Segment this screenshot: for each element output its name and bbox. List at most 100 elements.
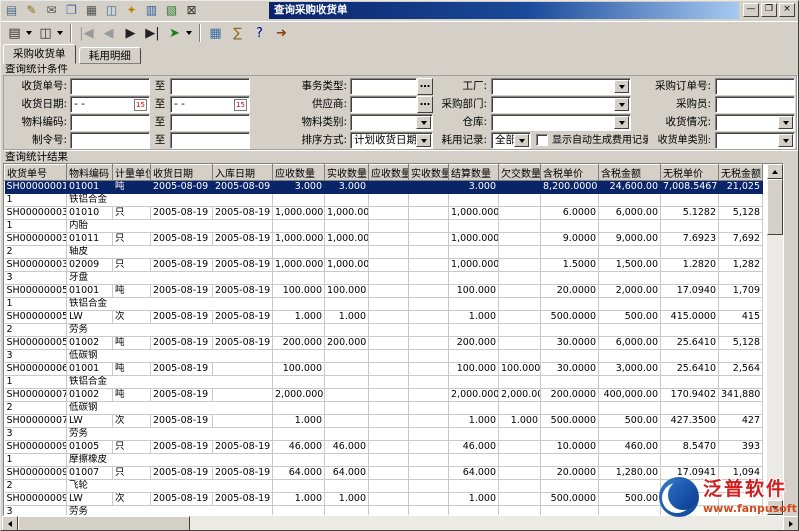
column-header-qty-due-aux[interactable]: 应收数量(辅): [369, 165, 409, 181]
column-header-material-code[interactable]: 物料编码: [67, 165, 113, 181]
report-icon[interactable]: ▤: [3, 2, 20, 18]
table-row[interactable]: SH0000000701002吨2005-08-192,000.0002,000…: [5, 389, 763, 402]
child-window-titlebar[interactable]: 查询采购收货单: [269, 2, 739, 19]
close-button[interactable]: ×: [779, 3, 795, 17]
table-row[interactable]: SH00000007LW次2005-08-191.0001.0001.00050…: [5, 415, 763, 428]
column-header-qty-owed[interactable]: 欠交数量: [499, 165, 541, 181]
tools-icon[interactable]: ✦: [123, 2, 140, 18]
dropdown-arrow-icon[interactable]: [614, 116, 629, 129]
next-record-button[interactable]: ▶: [120, 23, 141, 43]
calendar-picker-icon[interactable]: 15: [234, 99, 247, 111]
help-button[interactable]: ?: [249, 23, 270, 43]
receipt-date-from-input[interactable]: - -15: [70, 96, 150, 113]
column-header-qty-due[interactable]: 应收数量: [273, 165, 325, 181]
results-table[interactable]: 收货单号物料编码计量单位收货日期入库日期应收数量实收数量应收数量(辅)实收数量(…: [4, 164, 763, 516]
column-header-receipt-no[interactable]: 收货单号: [5, 165, 67, 181]
table-row[interactable]: SH0000000301011只2005-08-192005-08-191,00…: [5, 233, 763, 246]
browse-icon[interactable]: ◫: [103, 2, 120, 18]
material-name-row[interactable]: 1摩擦橡皮: [5, 454, 763, 467]
execute-button[interactable]: ➤: [164, 23, 194, 43]
buyer-input[interactable]: [715, 96, 795, 113]
consume-record-select[interactable]: 全部: [491, 132, 531, 149]
horizontal-scrollbar[interactable]: [2, 516, 799, 531]
receipt-date-to-input[interactable]: - -15: [170, 96, 250, 113]
close-form-icon[interactable]: ⊠: [183, 2, 200, 18]
vertical-scroll-thumb[interactable]: [767, 179, 783, 235]
edit-icon[interactable]: ✎: [23, 2, 40, 18]
last-record-button[interactable]: ▶|: [142, 23, 163, 43]
tab-purchase-receipt[interactable]: 采购收货单: [3, 44, 76, 64]
scroll-down-button[interactable]: [767, 500, 783, 515]
receipt-no-to-input[interactable]: [170, 78, 250, 95]
receipt-status-select[interactable]: [715, 114, 795, 131]
material-name-row[interactable]: 3低碳钢: [5, 350, 763, 363]
scroll-left-button[interactable]: [2, 516, 18, 531]
dropdown-arrow-icon[interactable]: [778, 116, 793, 129]
dropdown-arrow-icon[interactable]: [614, 80, 629, 93]
material-name-row[interactable]: 2劳务: [5, 324, 763, 337]
table-row[interactable]: SH0000000501001吨2005-08-192005-08-19100.…: [5, 285, 763, 298]
restore-button[interactable]: ❐: [761, 3, 777, 17]
material-category-select[interactable]: [350, 114, 433, 131]
table-row[interactable]: SH0000000101001吨2005-08-092005-08-093.00…: [5, 181, 763, 194]
dropdown-arrow-icon[interactable]: [614, 98, 629, 111]
material-name-row[interactable]: 1铁铝合金: [5, 376, 763, 389]
table-row[interactable]: SH0000000302009只2005-08-192005-08-191,00…: [5, 259, 763, 272]
calendar-picker-icon[interactable]: 15: [134, 99, 147, 111]
dropdown-arrow-icon[interactable]: [26, 31, 32, 35]
scroll-right-button[interactable]: [783, 516, 799, 531]
po-no-input[interactable]: [715, 78, 795, 95]
calendar-icon[interactable]: ▥: [143, 2, 160, 18]
column-header-price-no-tax[interactable]: 无税单价: [661, 165, 719, 181]
receipt-no-from-input[interactable]: [70, 78, 150, 95]
vertical-scrollbar[interactable]: [767, 164, 783, 515]
print-button[interactable]: ▤: [4, 23, 34, 43]
horizontal-scroll-thumb[interactable]: [18, 516, 190, 531]
material-name-row[interactable]: 1铁铝合金: [5, 194, 763, 207]
column-header-unit[interactable]: 计量单位: [113, 165, 151, 181]
material-name-row[interactable]: 3劳务: [5, 506, 763, 517]
dropdown-arrow-icon[interactable]: [514, 134, 529, 147]
exit-button[interactable]: ➜: [271, 23, 292, 43]
mail-icon[interactable]: ✉: [43, 2, 60, 18]
column-header-amount-no-tax[interactable]: 无税金额: [719, 165, 763, 181]
table-row[interactable]: SH00000009LW次2005-08-192005-08-191.0001.…: [5, 493, 763, 506]
layout-button[interactable]: ▦: [205, 23, 226, 43]
material-name-row[interactable]: 1铁铝合金: [5, 298, 763, 311]
table-row[interactable]: SH0000000501002吨2005-08-192005-08-19200.…: [5, 337, 763, 350]
txn-type-input[interactable]: [350, 78, 417, 95]
material-code-from-input[interactable]: [70, 114, 150, 131]
work-order-from-input[interactable]: [70, 132, 150, 149]
copy-icon[interactable]: ❐: [63, 2, 80, 18]
column-header-qty-settled[interactable]: 结算数量: [449, 165, 499, 181]
factory-select[interactable]: [491, 78, 631, 95]
material-name-row[interactable]: 2低碳钢: [5, 402, 763, 415]
material-name-row[interactable]: 3劳务: [5, 428, 763, 441]
column-header-price-with-tax[interactable]: 含税单价: [541, 165, 599, 181]
table-row[interactable]: SH00000005LW次2005-08-192005-08-191.0001.…: [5, 311, 763, 324]
material-name-row[interactable]: 3牙盘: [5, 272, 763, 285]
column-header-qty-received-aux[interactable]: 实收数量(辅): [409, 165, 449, 181]
table-row[interactable]: SH0000000601001吨2005-08-19100.000100.000…: [5, 363, 763, 376]
work-order-to-input[interactable]: [170, 132, 250, 149]
supplier-input[interactable]: [350, 96, 417, 113]
auto-fee-checkbox[interactable]: [536, 134, 548, 146]
column-header-qty-received[interactable]: 实收数量: [325, 165, 369, 181]
material-name-row[interactable]: 2飞轮: [5, 480, 763, 493]
material-name-row[interactable]: 2轴皮: [5, 246, 763, 259]
purchase-dept-select[interactable]: [491, 96, 631, 113]
sum-button[interactable]: ∑: [227, 23, 248, 43]
dropdown-arrow-icon[interactable]: [416, 134, 431, 147]
sort-mode-select[interactable]: 计划收货日期: [350, 132, 433, 149]
table-row[interactable]: SH0000000901005只2005-08-192005-08-1946.0…: [5, 441, 763, 454]
table-row[interactable]: SH0000000901007只2005-08-192005-08-1964.0…: [5, 467, 763, 480]
column-header-stockin-date[interactable]: 入库日期: [213, 165, 273, 181]
dropdown-arrow-icon[interactable]: [778, 134, 793, 147]
column-header-receipt-date[interactable]: 收货日期: [151, 165, 213, 181]
material-code-to-input[interactable]: [170, 114, 250, 131]
warehouse-select[interactable]: [491, 114, 631, 131]
table-row[interactable]: SH0000000301010只2005-08-192005-08-191,00…: [5, 207, 763, 220]
tab-consumption-detail[interactable]: 耗用明细: [79, 47, 141, 64]
scroll-up-button[interactable]: [767, 164, 783, 179]
material-name-row[interactable]: 1内胎: [5, 220, 763, 233]
